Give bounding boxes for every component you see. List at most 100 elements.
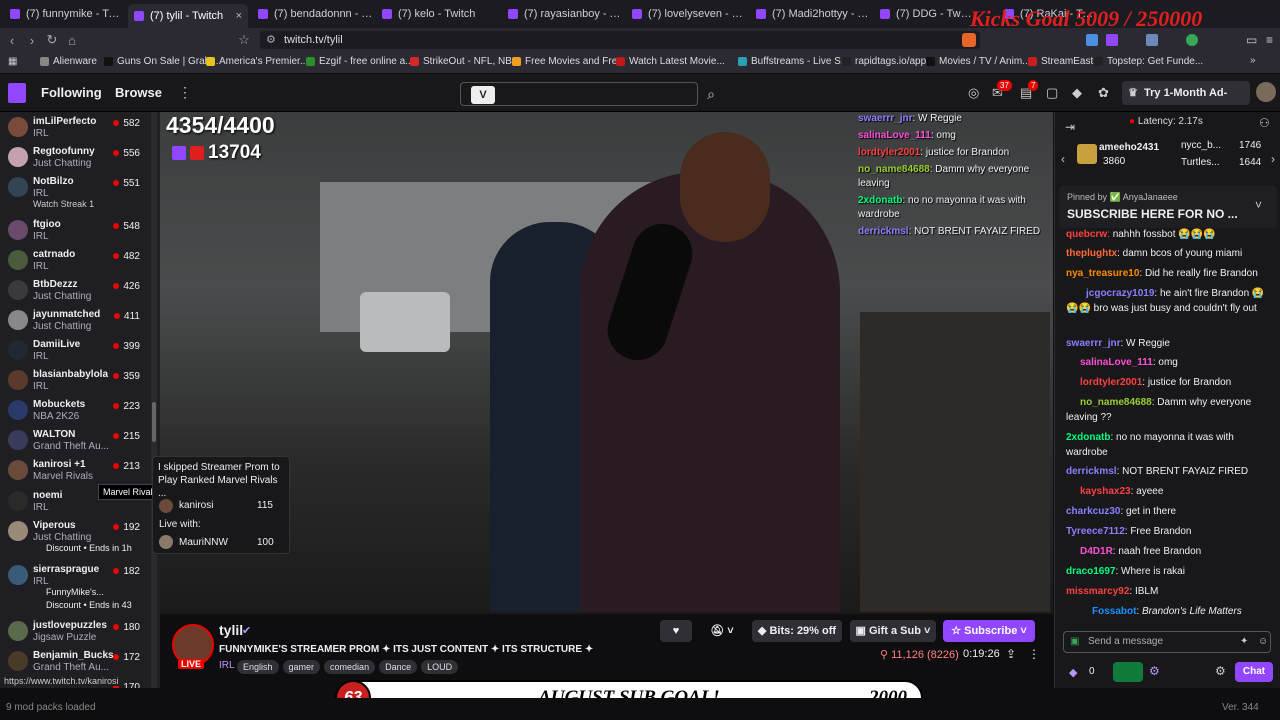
browser-tab-active[interactable]: (7) tylil - Twitch × [128, 4, 248, 28]
follow-heart-button[interactable]: ♥ [660, 620, 692, 642]
browser-tab[interactable]: (7) Madi2hottyy - Twitch [750, 4, 872, 24]
pinned-message[interactable]: Pinned by ✅ AnyaJanaeee SUBSCRIBE HERE F… [1059, 186, 1277, 228]
avatar [8, 621, 28, 641]
bookmark-icon[interactable]: ☆ [234, 32, 254, 48]
search-icon[interactable]: ⌕ [700, 82, 722, 106]
bookmark-item[interactable]: StreamEast [1028, 56, 1093, 67]
streamer-name[interactable]: tylil [219, 622, 243, 638]
more-bookmarks-icon[interactable]: » [1250, 55, 1256, 66]
sidebar-channel-item[interactable]: Mobuckets NBA 2K26 223 [0, 395, 150, 425]
bookmark-item[interactable]: Watch Latest Movie... [616, 56, 725, 67]
sidebar-channel-item[interactable]: Viperous Just Chatting 192 Discount • Ends … [0, 516, 150, 558]
extension-icon[interactable] [1106, 34, 1118, 46]
channel-points-button[interactable] [1113, 662, 1143, 682]
site-info-icon[interactable]: ⚙ [266, 31, 276, 49]
collapse-chat-icon[interactable]: ⇥ [1065, 120, 1075, 134]
try-ad-free-button[interactable]: ♛ Try 1-Month Ad-Free [1122, 81, 1250, 123]
sparkle-icon[interactable]: ✦ [1240, 632, 1248, 652]
tag[interactable]: Dance [379, 660, 418, 674]
back-icon[interactable]: ‹ [2, 33, 22, 48]
browser-tab[interactable]: (7) kelo - Twitch [376, 4, 498, 24]
gift-icon[interactable]: ✿ [1098, 85, 1109, 101]
bookmark-item[interactable]: Alienware [40, 56, 97, 67]
sidebar-channel-item[interactable]: BtbDezzz Just Chatting 426 [0, 275, 150, 305]
sidebar-channel-item[interactable]: Benjamin_Bucks Grand Theft Au... 172 [0, 646, 150, 676]
search-input[interactable]: V [460, 82, 698, 106]
video-player[interactable]: 4354/4400 13704 swaerrr_jnr: W Reggie sa… [160, 112, 1053, 614]
close-tab-icon[interactable]: × [236, 10, 242, 22]
gift-sub-button[interactable]: ▣ Gift a Sub ˅ [850, 620, 936, 642]
sidebar-channel-item[interactable]: catrnado IRL 482 [0, 245, 150, 275]
sidebar-channel-item[interactable]: blasianbabylola IRL 359 [0, 365, 150, 395]
chat-message: charkcuz30: get in there [1066, 506, 1177, 517]
bookmark-item[interactable]: rapidtags.io/app [842, 56, 926, 67]
share-icon[interactable]: ⇪ [1006, 647, 1016, 661]
browser-tab[interactable]: (7) lovelyseven - Twitch [626, 4, 748, 24]
tag[interactable]: English [237, 660, 279, 674]
browser-tab[interactable]: (7) rayasianboy - Twitch [502, 4, 624, 24]
sidebar-channel-item[interactable]: WALTON Grand Theft Au... 215 [0, 425, 150, 455]
prime-icon[interactable]: ◎ [968, 85, 979, 101]
browser-tab[interactable]: (7) funnymike - Twitch [4, 4, 126, 24]
twitch-logo-icon[interactable] [8, 83, 26, 103]
sidebar-channel-item[interactable]: NotBilzo IRL 551 Watch Streak 1 [0, 172, 150, 212]
tag[interactable]: comedian [324, 660, 376, 674]
chat-bubble-icon[interactable]: ▢ [1046, 85, 1058, 101]
sidebar-toggle-icon[interactable]: ▭ [1246, 33, 1257, 47]
more-icon[interactable]: ⋮ [178, 84, 192, 101]
forward-icon[interactable]: › [22, 33, 42, 48]
sidebar-channel-item[interactable]: Regtoofunny Just Chatting 556 [0, 142, 150, 172]
sidebar-scrollbar[interactable] [151, 112, 157, 688]
notifications-toggle[interactable]: 🔕︎ ˅ [700, 620, 744, 642]
sidebar-channel-item[interactable]: jayunmatched Just Chatting 411 [0, 305, 150, 335]
settings-icon[interactable]: ⚙ [1215, 664, 1226, 678]
bits-icon[interactable]: ◆ [1069, 666, 1077, 679]
home-icon[interactable]: ⌂ [62, 33, 82, 48]
stream-category[interactable]: IRL [219, 660, 235, 671]
bookmark-item[interactable]: Guns On Sale | Grab... [104, 56, 219, 67]
chevron-left-icon[interactable]: ‹ [1061, 152, 1065, 166]
more-options-icon[interactable]: ⋮ [1028, 647, 1040, 661]
emote-icon[interactable]: ☺ [1258, 632, 1268, 652]
bookmark-item[interactable]: Ezgif - free online a... [306, 56, 414, 67]
prediction-icon[interactable]: ⚙ [1149, 664, 1160, 678]
bits-button[interactable]: ◆ Bits: 29% off [752, 620, 842, 642]
browser-tab[interactable]: (7) DDG - Twitch [874, 4, 974, 24]
chat-input[interactable]: ▣ Send a message ✦ ☺ [1063, 631, 1271, 653]
popup-streamer[interactable]: kanirosi [179, 500, 213, 511]
sidebar-channel-item[interactable]: sierrasprague IRL 182 FunnyMike's... Discoun… [0, 560, 150, 612]
crown-icon[interactable]: ◆ [1072, 85, 1082, 101]
sidebar-channel-item[interactable]: ftgioo IRL 548 [0, 215, 150, 245]
subscribe-button[interactable]: ☆ Subscribe ˅ [943, 620, 1035, 642]
sidebar-channel-item[interactable]: kanirosi +1 Marvel Rivals 213 [0, 455, 150, 485]
sidebar-channel-item[interactable]: justlovepuzzles Jigsaw Puzzle 180 [0, 616, 150, 646]
users-icon[interactable]: ⚇ [1259, 116, 1270, 130]
menu-icon[interactable]: ≡ [1266, 33, 1273, 47]
tag[interactable]: LOUD [421, 660, 459, 674]
chevron-down-icon[interactable]: ˅ [1255, 198, 1262, 212]
url-field[interactable]: ⚙ twitch.tv/tylil [260, 31, 980, 49]
bookmark-item[interactable]: StrikeOut - NFL, NB... [410, 56, 520, 67]
bookmark-item[interactable]: Free Movies and Fre... [512, 56, 626, 67]
apps-grid-icon[interactable]: ▦ [8, 56, 17, 67]
sidebar-channel-item[interactable]: DamiiLive IRL 399 [0, 335, 150, 365]
nav-browse[interactable]: Browse [115, 85, 162, 100]
extension-icon[interactable] [1186, 34, 1198, 46]
extension-icon[interactable] [1086, 34, 1098, 46]
nav-following[interactable]: Following [41, 85, 102, 100]
sidebar-channel-item[interactable]: imLilPerfecto IRL 582 [0, 112, 150, 142]
brave-shield-icon[interactable] [962, 33, 976, 47]
browser-tab[interactable]: (7) bendadonnn - Twitch [252, 4, 374, 24]
bookmark-item[interactable]: Topstep: Get Funde... [1094, 56, 1203, 67]
bookmark-item[interactable]: Movies / TV / Anim... [926, 56, 1031, 67]
chat-send-button[interactable]: Chat [1235, 662, 1273, 682]
bookmark-item[interactable]: Buffstreams - Live S... [738, 56, 849, 67]
chevron-right-icon[interactable]: › [1271, 152, 1275, 166]
bookmark-item[interactable]: America's Premier... [206, 56, 308, 67]
sidebar-scroll-thumb[interactable] [152, 402, 156, 442]
reload-icon[interactable]: ↻ [42, 32, 62, 48]
user-avatar[interactable] [1256, 82, 1276, 102]
tag[interactable]: gamer [282, 660, 321, 674]
popup-coguest[interactable]: MauriNNW [179, 537, 228, 548]
extension-icon[interactable] [1146, 34, 1158, 46]
